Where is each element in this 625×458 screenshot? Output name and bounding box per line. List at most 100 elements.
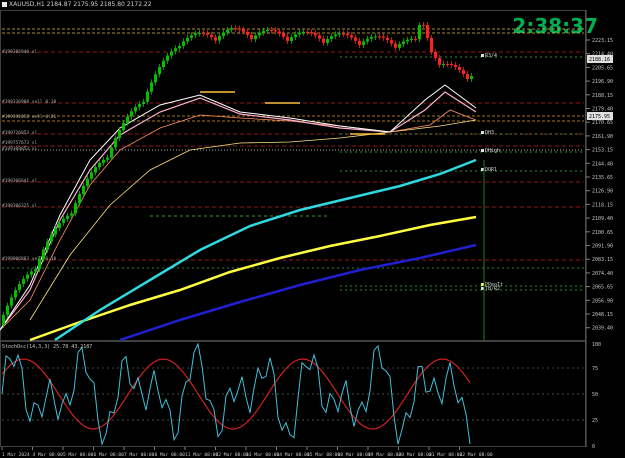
- candle-body[interactable]: [142, 101, 145, 104]
- candle-body[interactable]: [258, 32, 261, 36]
- candle-body[interactable]: [118, 130, 121, 139]
- candle-body[interactable]: [450, 64, 453, 65]
- candle-body[interactable]: [418, 25, 421, 40]
- candle-body[interactable]: [302, 31, 305, 33]
- candle-body[interactable]: [434, 52, 437, 58]
- candle-body[interactable]: [102, 159, 105, 163]
- candle-body[interactable]: [378, 36, 381, 38]
- candle-body[interactable]: [46, 241, 49, 250]
- candle-body[interactable]: [238, 28, 241, 30]
- candle-body[interactable]: [106, 157, 109, 160]
- candle-body[interactable]: [210, 34, 213, 38]
- candle-body[interactable]: [338, 33, 341, 35]
- candle-body[interactable]: [370, 37, 373, 39]
- candle-body[interactable]: [390, 40, 393, 44]
- candle-body[interactable]: [14, 290, 17, 298]
- candle-body[interactable]: [318, 35, 321, 39]
- candle-body[interactable]: [194, 33, 197, 36]
- candle-body[interactable]: [166, 55, 169, 61]
- price-chart[interactable]: #199385940 sl #199336988 sell 0.10 #199392…: [0, 0, 625, 458]
- candle-body[interactable]: [350, 35, 353, 38]
- candle-body[interactable]: [462, 70, 465, 74]
- candle-body[interactable]: [342, 33, 345, 35]
- candle-body[interactable]: [58, 223, 61, 229]
- candle-body[interactable]: [230, 28, 233, 30]
- candle-body[interactable]: [314, 33, 317, 36]
- candle-body[interactable]: [362, 41, 365, 46]
- candle-body[interactable]: [278, 31, 281, 34]
- candle-body[interactable]: [410, 39, 413, 40]
- candle-body[interactable]: [134, 107, 137, 112]
- candle-body[interactable]: [290, 37, 293, 41]
- candle-body[interactable]: [442, 64, 445, 65]
- candle-body[interactable]: [266, 30, 269, 31]
- candle-body[interactable]: [122, 122, 125, 130]
- candle-body[interactable]: [138, 104, 141, 108]
- candle-body[interactable]: [206, 33, 209, 35]
- candle-body[interactable]: [438, 58, 441, 65]
- candle-body[interactable]: [246, 31, 249, 35]
- candle-body[interactable]: [74, 203, 77, 214]
- candle-body[interactable]: [182, 41, 185, 46]
- candle-body[interactable]: [114, 138, 117, 148]
- candle-body[interactable]: [374, 36, 377, 38]
- candle-body[interactable]: [306, 31, 309, 33]
- candle-body[interactable]: [402, 41, 405, 45]
- candle-body[interactable]: [198, 33, 201, 34]
- candle-body[interactable]: [226, 29, 229, 33]
- candle-body[interactable]: [262, 30, 265, 33]
- candle-body[interactable]: [82, 185, 85, 194]
- candlesticks[interactable]: [2, 22, 473, 328]
- candle-body[interactable]: [358, 40, 361, 46]
- candle-body[interactable]: [242, 29, 245, 32]
- candle-body[interactable]: [42, 249, 45, 259]
- candle-body[interactable]: [86, 178, 89, 186]
- candle-body[interactable]: [178, 46, 181, 49]
- candle-body[interactable]: [310, 32, 313, 34]
- candle-body[interactable]: [322, 38, 325, 43]
- candle-body[interactable]: [346, 33, 349, 36]
- candle-body[interactable]: [454, 65, 457, 67]
- candle-body[interactable]: [78, 194, 81, 204]
- candle-body[interactable]: [26, 274, 29, 279]
- candle-body[interactable]: [270, 30, 273, 31]
- candle-body[interactable]: [130, 111, 133, 117]
- candle-body[interactable]: [382, 36, 385, 38]
- candle-body[interactable]: [30, 271, 33, 275]
- candle-body[interactable]: [158, 67, 161, 75]
- candle-body[interactable]: [250, 35, 253, 40]
- candle-body[interactable]: [66, 215, 69, 219]
- candle-body[interactable]: [426, 25, 429, 38]
- candle-body[interactable]: [334, 34, 337, 37]
- candle-body[interactable]: [430, 38, 433, 52]
- candle-body[interactable]: [366, 38, 369, 42]
- candle-body[interactable]: [186, 37, 189, 42]
- candle-body[interactable]: [202, 33, 205, 34]
- candle-body[interactable]: [466, 74, 469, 79]
- candle-body[interactable]: [234, 28, 237, 30]
- candle-body[interactable]: [174, 48, 177, 52]
- candle-body[interactable]: [150, 82, 153, 92]
- candle-body[interactable]: [414, 39, 417, 40]
- candle-body[interactable]: [126, 116, 129, 123]
- candle-body[interactable]: [62, 218, 65, 223]
- candle-body[interactable]: [394, 43, 397, 48]
- candle-body[interactable]: [70, 213, 73, 216]
- candle-body[interactable]: [406, 39, 409, 42]
- candle-body[interactable]: [458, 67, 461, 70]
- candle-body[interactable]: [190, 35, 193, 38]
- candle-body[interactable]: [222, 32, 225, 36]
- candle-body[interactable]: [54, 228, 57, 235]
- candle-body[interactable]: [22, 278, 25, 284]
- candle-body[interactable]: [386, 37, 389, 41]
- candle-body[interactable]: [6, 305, 9, 315]
- candle-body[interactable]: [146, 91, 149, 102]
- candle-body[interactable]: [282, 33, 285, 37]
- candle-body[interactable]: [286, 36, 289, 41]
- candle-body[interactable]: [2, 314, 5, 325]
- candle-body[interactable]: [422, 25, 425, 26]
- candle-body[interactable]: [110, 147, 113, 158]
- candle-body[interactable]: [446, 64, 449, 65]
- candle-body[interactable]: [50, 234, 53, 242]
- candle-body[interactable]: [298, 32, 301, 35]
